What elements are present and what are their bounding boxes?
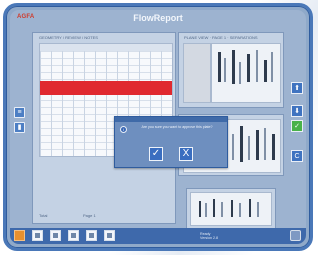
scroll-down-button[interactable]: ⬇ bbox=[291, 105, 303, 117]
pages-button[interactable] bbox=[50, 230, 61, 241]
arrow-up-icon: ⬆ bbox=[294, 85, 300, 92]
tablet-frame: AGFA FlowReport ≡ ▮ GEOMETRY / REVIEW / … bbox=[3, 3, 313, 251]
left-toolbar: ≡ ▮ bbox=[14, 107, 26, 137]
plate-thumbnails-bottom bbox=[186, 188, 276, 230]
close-icon: X bbox=[182, 148, 190, 159]
bottom-toolbar: Ready Version 2.8 bbox=[10, 228, 306, 244]
back-icon: C bbox=[294, 152, 300, 160]
print-button[interactable] bbox=[104, 230, 115, 241]
spreadsheet-label: GEOMETRY / REVIEW / NOTES bbox=[39, 35, 98, 40]
right-toolbar: ⬆ ⬇ ✓ C bbox=[291, 82, 303, 173]
confirm-button[interactable]: ✓ bbox=[149, 147, 163, 161]
approve-button[interactable]: ✓ bbox=[291, 120, 303, 132]
app-header: AGFA FlowReport bbox=[10, 10, 306, 28]
select-icon: ▮ bbox=[17, 124, 22, 131]
layout-button[interactable] bbox=[86, 230, 97, 241]
sheet-footer-right: Page 1 bbox=[83, 213, 96, 218]
chart-button[interactable] bbox=[68, 230, 79, 241]
cancel-button[interactable]: X bbox=[179, 147, 193, 161]
dialog-title-bar bbox=[115, 117, 227, 122]
plate-thumbnail[interactable] bbox=[183, 43, 211, 103]
confirm-dialog: i Are you sure you want to approve this … bbox=[114, 116, 228, 168]
list-tool-button[interactable]: ≡ bbox=[14, 107, 25, 118]
thumbnail-panel-label: PLANE VIEW · PAGE 1 · SEPARATIONS bbox=[184, 35, 258, 40]
check-icon: ✓ bbox=[151, 148, 161, 159]
app-screen: AGFA FlowReport ≡ ▮ GEOMETRY / REVIEW / … bbox=[10, 10, 306, 244]
grid-header-row bbox=[40, 44, 172, 51]
plate-thumbnails-top: PLANE VIEW · PAGE 1 · SEPARATIONS bbox=[178, 32, 284, 108]
document-button[interactable] bbox=[32, 230, 43, 241]
arrow-down-icon: ⬇ bbox=[294, 108, 300, 115]
plate-thumbnail[interactable] bbox=[211, 43, 281, 103]
list-icon: ≡ bbox=[17, 109, 22, 116]
layout-icon bbox=[89, 233, 94, 238]
back-button[interactable]: C bbox=[291, 150, 303, 162]
check-icon: ✓ bbox=[294, 123, 300, 130]
plate-thumbnail[interactable] bbox=[190, 192, 272, 226]
dialog-message: Are you sure you want to approve this pl… bbox=[141, 125, 213, 129]
status-text: Ready Version 2.8 bbox=[200, 232, 218, 241]
scroll-up-button[interactable]: ⬆ bbox=[291, 82, 303, 94]
pages-icon bbox=[53, 233, 58, 238]
select-tool-button[interactable]: ▮ bbox=[14, 122, 25, 133]
selected-rows[interactable] bbox=[40, 81, 172, 95]
settings-button[interactable] bbox=[290, 230, 301, 241]
status-line-2: Version 2.8 bbox=[200, 236, 218, 241]
chart-icon bbox=[71, 233, 76, 238]
sheet-footer-left: Total bbox=[39, 213, 48, 218]
print-icon bbox=[107, 233, 112, 238]
app-title: FlowReport bbox=[133, 13, 183, 23]
document-icon bbox=[35, 233, 40, 238]
info-icon: i bbox=[120, 126, 127, 133]
home-button[interactable] bbox=[14, 230, 25, 241]
